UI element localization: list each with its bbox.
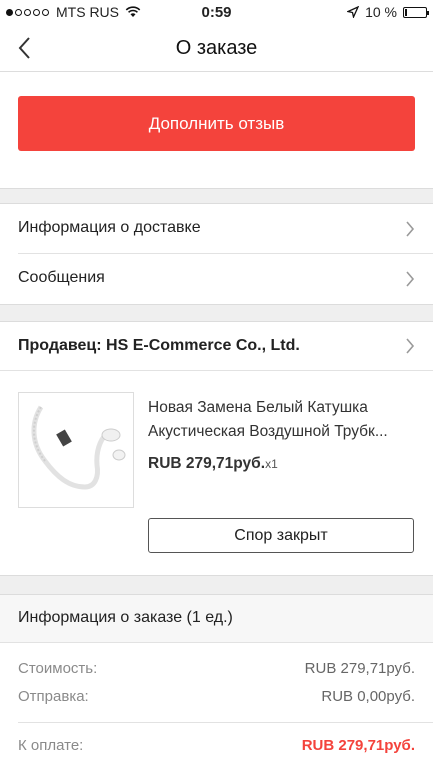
page-title: О заказе [175, 37, 258, 59]
messages-row[interactable]: Сообщения [0, 254, 433, 304]
messages-label: Сообщения [18, 269, 105, 286]
status-right: 10 % [347, 4, 429, 20]
cost-value: RUB 279,71руб. [304, 660, 415, 677]
status-bar: MTS RUS 0:59 10 % [0, 0, 433, 26]
product-price-value: RUB 279,71руб. [148, 455, 266, 472]
delivery-info-row[interactable]: Информация о доставке [0, 204, 433, 254]
row-divider [0, 370, 433, 371]
earpiece-tube-image [31, 405, 126, 490]
product-image[interactable] [18, 392, 134, 508]
dispute-closed-button[interactable]: Спор закрыт [148, 518, 414, 553]
cost-line: Стоимость: RUB 279,71руб. [18, 660, 415, 677]
product-quantity: x1 [265, 457, 278, 471]
order-info-title: Информация о заказе (1 ед.) [18, 609, 233, 626]
total-line: К оплате: RUB 279,71руб. [18, 737, 415, 754]
shipping-value: RUB 0,00руб. [321, 688, 415, 705]
total-label: К оплате: [18, 737, 84, 754]
product-price: RUB 279,71руб.x1 [148, 455, 278, 473]
shipping-label: Отправка: [18, 688, 89, 705]
section-divider [0, 304, 433, 322]
chevron-right-icon [406, 221, 415, 237]
section-divider [0, 188, 433, 204]
chevron-right-icon [406, 271, 415, 287]
seller-label: Продавец: HS E-Commerce Co., Ltd. [18, 337, 300, 354]
delivery-info-label: Информация о доставке [18, 219, 201, 236]
row-divider [18, 722, 433, 723]
cost-label: Стоимость: [18, 660, 98, 677]
battery-percent: 10 % [365, 4, 397, 20]
product-title-line: Новая Замена Белый Катушка [148, 399, 368, 416]
battery-icon [403, 6, 429, 18]
product-title[interactable]: Новая Замена Белый Катушка Акустическая … [148, 396, 418, 444]
total-value: RUB 279,71руб. [301, 737, 415, 754]
shipping-line: Отправка: RUB 0,00руб. [18, 688, 415, 705]
section-divider [0, 575, 433, 595]
location-arrow-icon [347, 6, 360, 18]
add-review-button[interactable]: Дополнить отзыв [18, 96, 415, 151]
seller-row[interactable]: Продавец: HS E-Commerce Co., Ltd. [0, 322, 433, 370]
order-info-header: Информация о заказе (1 ед.) [0, 595, 433, 643]
nav-bar: О заказе [0, 26, 433, 72]
chevron-right-icon [406, 338, 415, 354]
product-title-line: Акустическая Воздушной Трубк... [148, 423, 388, 440]
